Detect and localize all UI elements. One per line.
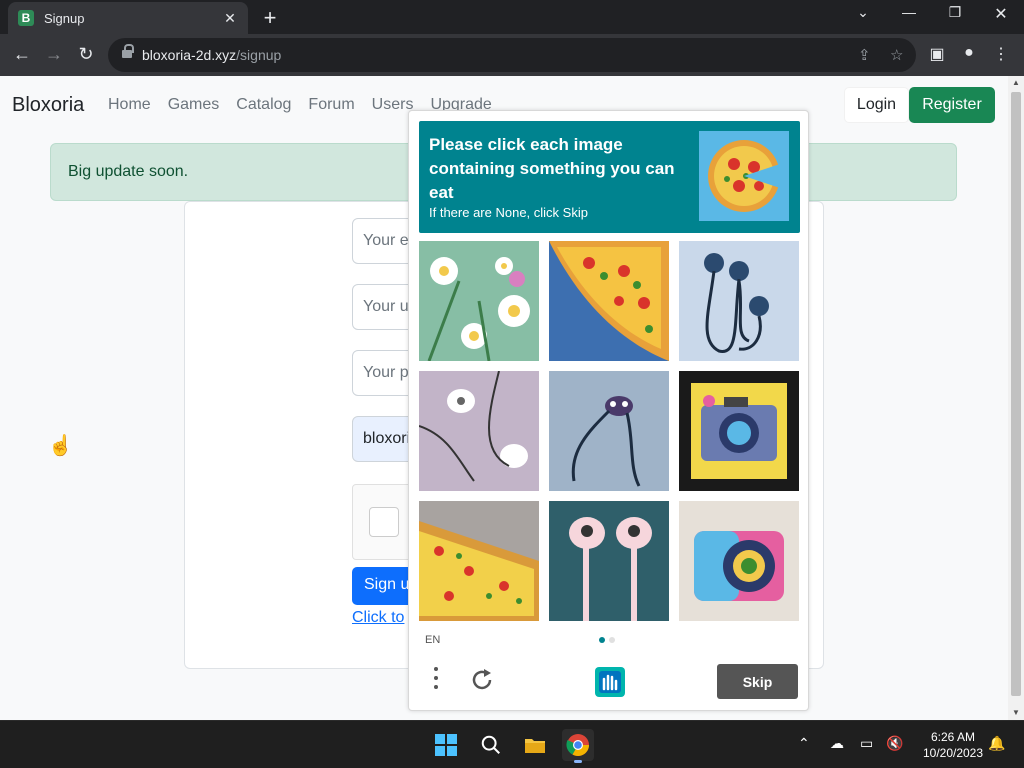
captcha-page-dot	[609, 637, 615, 643]
file-explorer-icon[interactable]	[519, 729, 551, 761]
tab-title: Signup	[44, 10, 85, 26]
captcha-tile-1-flowers[interactable]	[419, 241, 539, 361]
search-icon[interactable]	[475, 729, 507, 761]
captcha-subtitle: If there are None, click Skip	[429, 205, 588, 220]
hand-cursor-icon: ☝	[48, 435, 73, 457]
bookmark-star-icon[interactable]: ☆	[890, 46, 903, 64]
side-panel-icon[interactable]: ▣	[926, 44, 948, 64]
captcha-tile-4-earbuds[interactable]	[419, 371, 539, 491]
tab-search-chevron-icon[interactable]: ⌄	[848, 4, 878, 21]
captcha-menu-icon[interactable]	[431, 667, 441, 693]
taskbar-clock[interactable]: 6:26 AM 10/20/2023	[918, 729, 988, 761]
minimize-window-button[interactable]: —	[894, 4, 924, 20]
browser-tab[interactable]: B Signup ✕	[8, 2, 248, 34]
chrome-taskbar-icon[interactable]	[562, 729, 594, 763]
onedrive-cloud-icon[interactable]: ☁	[830, 735, 844, 752]
captcha-example-image	[699, 131, 789, 221]
captcha-tile-9-camera[interactable]	[679, 501, 799, 621]
forward-button[interactable]: →	[42, 44, 66, 65]
scrollbar-thumb[interactable]	[1011, 92, 1021, 696]
nav-link-forum[interactable]: Forum	[308, 96, 354, 114]
restore-window-button[interactable]: ❐	[940, 4, 970, 21]
clock-date: 10/20/2023	[922, 746, 984, 760]
windows-taskbar: ⌃ ☁ ▭ 🔇 6:26 AM 10/20/2023 🔔	[0, 720, 1024, 768]
captcha-tile-6-camera[interactable]	[679, 371, 799, 491]
hcaptcha-checkbox[interactable]	[369, 507, 399, 537]
profile-icon[interactable]: ●	[958, 44, 980, 62]
active-app-indicator	[574, 760, 582, 763]
nav-link-catalog[interactable]: Catalog	[236, 96, 291, 114]
login-button[interactable]: Login	[844, 87, 909, 123]
hcaptcha-logo-icon[interactable]	[593, 665, 627, 699]
captcha-tile-3-earphones[interactable]	[679, 241, 799, 361]
captcha-tile-8-earbuds[interactable]	[549, 501, 669, 621]
show-hidden-icons-chevron-icon[interactable]: ⌃	[798, 735, 810, 752]
login-link[interactable]: Click to	[352, 609, 404, 627]
browser-tab-bar: B Signup ✕ + ⌄ — ❐ ✕	[0, 0, 1024, 34]
captcha-prompt: Please click each image containing somet…	[429, 135, 675, 202]
address-bar[interactable]: bloxoria-2d.xyz/signup ⇪ ☆	[108, 38, 916, 72]
url-text[interactable]: bloxoria-2d.xyz/signup	[142, 47, 281, 63]
captcha-tile-5-earphones[interactable]	[549, 371, 669, 491]
network-icon[interactable]: ▭	[860, 735, 873, 752]
scroll-up-arrow-icon[interactable]: ▲	[1008, 76, 1024, 90]
site-favicon-icon: B	[18, 10, 34, 26]
share-icon[interactable]: ⇪	[858, 46, 871, 64]
volume-muted-icon[interactable]: 🔇	[886, 735, 903, 752]
captcha-page-dot-active	[599, 637, 605, 643]
chrome-menu-icon[interactable]: ⋮	[990, 44, 1012, 64]
back-button[interactable]: ←	[10, 44, 34, 65]
captcha-tile-7-pizza[interactable]	[419, 501, 539, 621]
reload-button[interactable]: ↻	[74, 44, 98, 65]
notification-bell-icon[interactable]: 🔔	[988, 735, 1005, 752]
clock-time: 6:26 AM	[930, 730, 976, 744]
nav-link-home[interactable]: Home	[108, 96, 151, 114]
browser-toolbar: ← → ↻ bloxoria-2d.xyz/signup ⇪ ☆ ▣ ● ⋮	[0, 34, 1024, 76]
new-tab-button[interactable]: +	[258, 5, 282, 31]
captcha-skip-button[interactable]: Skip	[717, 664, 798, 699]
lock-icon[interactable]	[122, 44, 134, 60]
captcha-header: Please click each image containing somet…	[419, 121, 800, 233]
windows-start-icon[interactable]	[430, 729, 462, 761]
nav-link-users[interactable]: Users	[372, 96, 414, 114]
site-brand[interactable]: Bloxoria	[12, 94, 84, 117]
nav-link-games[interactable]: Games	[168, 96, 220, 114]
captcha-challenge-popup: Please click each image containing somet…	[408, 110, 809, 711]
captcha-language[interactable]: EN	[425, 634, 440, 646]
register-button[interactable]: Register	[909, 87, 995, 123]
close-window-button[interactable]: ✕	[986, 4, 1016, 24]
scroll-down-arrow-icon[interactable]: ▼	[1008, 706, 1024, 720]
page-scrollbar[interactable]: ▲ ▼	[1008, 76, 1024, 720]
captcha-tile-2-pizza[interactable]	[549, 241, 669, 361]
close-tab-icon[interactable]: ✕	[222, 10, 238, 27]
captcha-refresh-icon[interactable]	[469, 667, 495, 693]
